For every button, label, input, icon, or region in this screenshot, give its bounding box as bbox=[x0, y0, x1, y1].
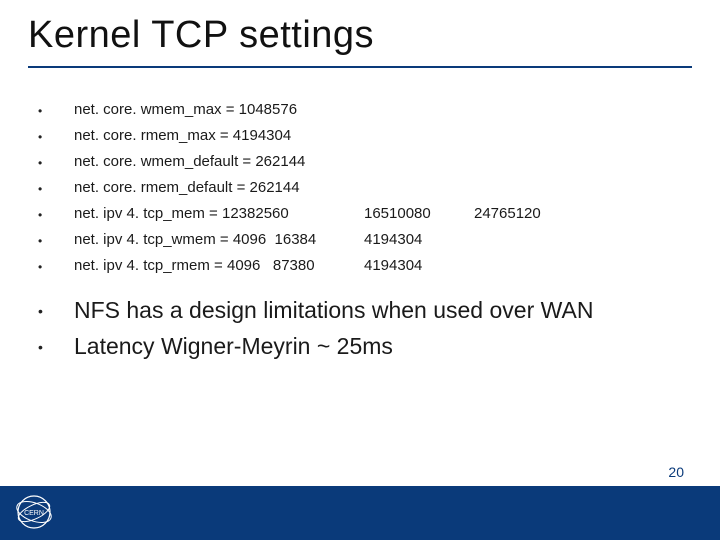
cell: 16510080 bbox=[364, 204, 474, 224]
setting-text: net. core. rmem_default = 262144 bbox=[74, 178, 300, 198]
setting-text: net. core. wmem_max = 1048576 bbox=[74, 100, 297, 120]
cell: net. ipv 4. tcp_rmem = 4096 87380 bbox=[74, 256, 364, 276]
setting-text: net. core. rmem_max = 4194304 bbox=[74, 126, 291, 146]
list-item: • net. core. wmem_default = 262144 bbox=[38, 152, 678, 174]
bullet-icon: • bbox=[38, 204, 74, 226]
list-item: • net. ipv 4. tcp_rmem = 4096 8738041943… bbox=[38, 256, 678, 278]
list-item: • net. core. rmem_max = 4194304 bbox=[38, 126, 678, 148]
cell: 4194304 bbox=[364, 256, 474, 276]
setting-text: net. ipv 4. tcp_rmem = 4096 873804194304 bbox=[74, 256, 584, 276]
list-item: • net. core. wmem_max = 1048576 bbox=[38, 100, 678, 122]
cell: 24765120 bbox=[474, 204, 584, 224]
bullet-icon: • bbox=[38, 178, 74, 200]
title-underline bbox=[28, 66, 692, 68]
cell: net. ipv 4. tcp_mem = 12382560 bbox=[74, 204, 364, 224]
cern-logo-icon: CERN bbox=[14, 492, 54, 532]
page-title: Kernel TCP settings bbox=[28, 14, 374, 57]
list-item: • Latency Wigner-Meyrin ~ 25ms bbox=[38, 331, 678, 363]
cell: 4194304 bbox=[364, 230, 474, 250]
note-text: NFS has a design limitations when used o… bbox=[74, 295, 593, 325]
bullet-icon: • bbox=[38, 100, 74, 122]
setting-text: net. ipv 4. tcp_wmem = 4096 163844194304 bbox=[74, 230, 584, 250]
list-item: • net. ipv 4. tcp_wmem = 4096 1638441943… bbox=[38, 230, 678, 252]
page-number: 20 bbox=[668, 464, 684, 480]
list-item: • net. core. rmem_default = 262144 bbox=[38, 178, 678, 200]
list-item: • NFS has a design limitations when used… bbox=[38, 295, 678, 327]
list-item: • net. ipv 4. tcp_mem = 1238256016510080… bbox=[38, 204, 678, 226]
bullet-icon: • bbox=[38, 295, 74, 327]
setting-text: net. ipv 4. tcp_mem = 123825601651008024… bbox=[74, 204, 584, 224]
bullet-icon: • bbox=[38, 126, 74, 148]
setting-text: net. core. wmem_default = 262144 bbox=[74, 152, 305, 172]
bullet-icon: • bbox=[38, 230, 74, 252]
bullet-icon: • bbox=[38, 331, 74, 363]
cell: net. ipv 4. tcp_wmem = 4096 16384 bbox=[74, 230, 364, 250]
slide: Kernel TCP settings • net. core. wmem_ma… bbox=[0, 0, 720, 540]
settings-list: • net. core. wmem_max = 1048576 • net. c… bbox=[38, 100, 678, 282]
notes-list: • NFS has a design limitations when used… bbox=[38, 295, 678, 367]
footer-bar: CERN bbox=[0, 486, 720, 540]
bullet-icon: • bbox=[38, 256, 74, 278]
bullet-icon: • bbox=[38, 152, 74, 174]
note-text: Latency Wigner-Meyrin ~ 25ms bbox=[74, 331, 393, 361]
logo-text: CERN bbox=[24, 510, 44, 517]
